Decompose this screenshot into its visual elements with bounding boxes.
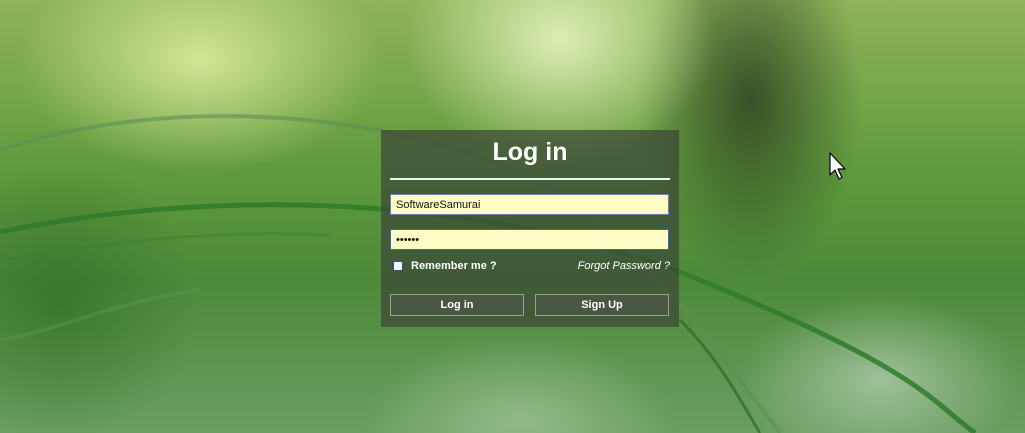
- forgot-password-link[interactable]: Forgot Password ?: [578, 260, 670, 272]
- signup-button[interactable]: Sign Up: [535, 294, 669, 316]
- password-input[interactable]: [390, 229, 669, 250]
- remember-me-option[interactable]: Remember me ?: [393, 260, 497, 272]
- title-divider: [390, 178, 670, 180]
- remember-me-checkbox[interactable]: [393, 261, 403, 271]
- login-button[interactable]: Log in: [390, 294, 524, 316]
- login-panel: Log in Remember me ? Forgot Password ? L…: [381, 130, 679, 327]
- username-input[interactable]: [390, 194, 669, 215]
- mouse-pointer-icon: [829, 152, 847, 185]
- remember-me-label: Remember me ?: [411, 260, 497, 272]
- login-title: Log in: [492, 138, 568, 166]
